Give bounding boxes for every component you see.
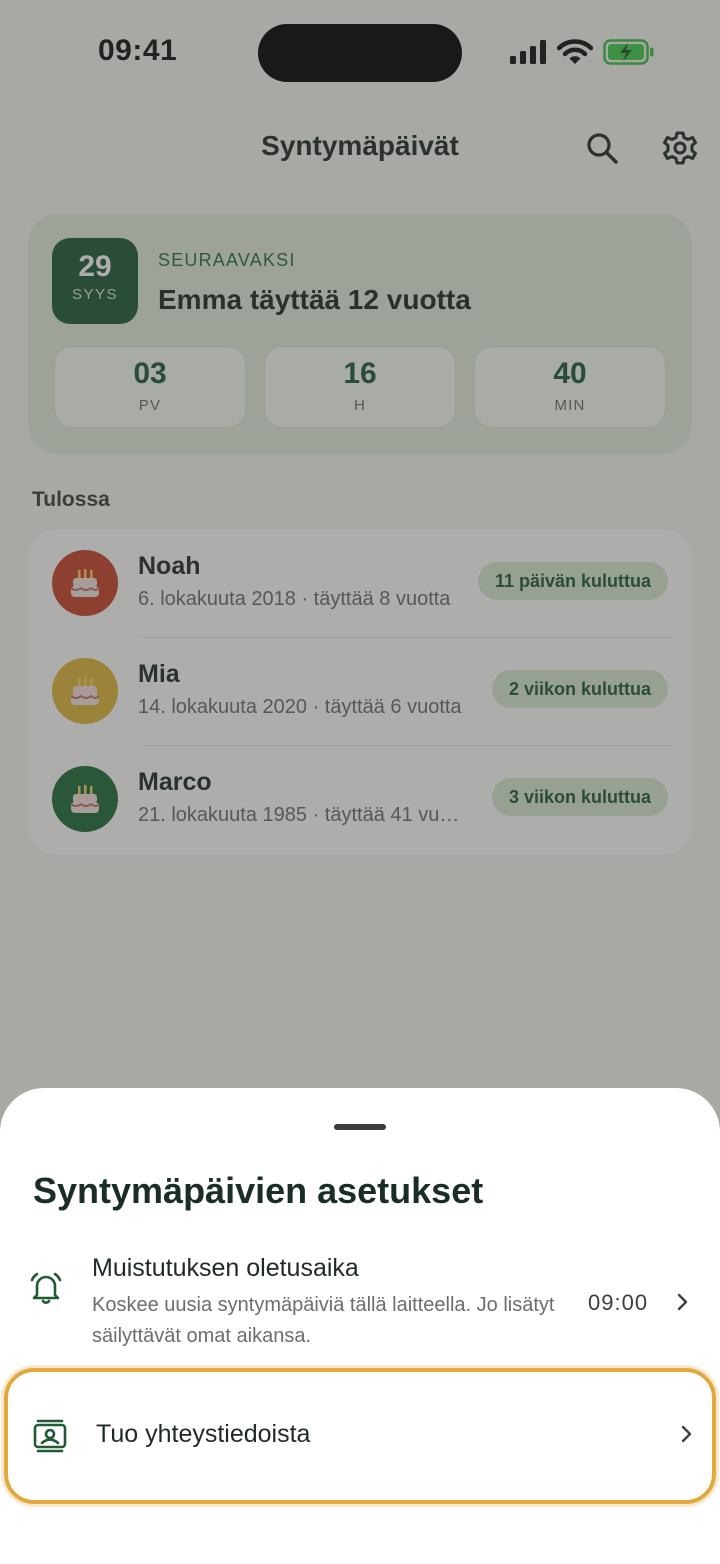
chevron-right-icon	[672, 1292, 692, 1312]
import-contacts-row[interactable]: Tuo yhteystiedoista	[4, 1368, 716, 1504]
sheet-title: Syntymäpäivien asetukset	[33, 1170, 484, 1211]
settings-sheet: Syntymäpäivien asetukset Muistutuksen ol…	[0, 1088, 720, 1564]
reminder-title: Muistutuksen oletusaika	[92, 1254, 359, 1282]
contacts-icon	[32, 1418, 68, 1454]
reminder-description: Koskee uusia syntymäpäiviä tällä laittee…	[92, 1294, 555, 1347]
reminder-time-value: 09:00	[588, 1290, 649, 1315]
sheet-drag-handle[interactable]	[334, 1124, 386, 1130]
bell-alarm-icon	[28, 1270, 64, 1306]
reminder-time-row[interactable]: Muistutuksen oletusaika Koskee uusia syn…	[0, 1248, 720, 1364]
import-title: Tuo yhteystiedoista	[96, 1420, 311, 1448]
chevron-right-icon	[676, 1424, 696, 1444]
